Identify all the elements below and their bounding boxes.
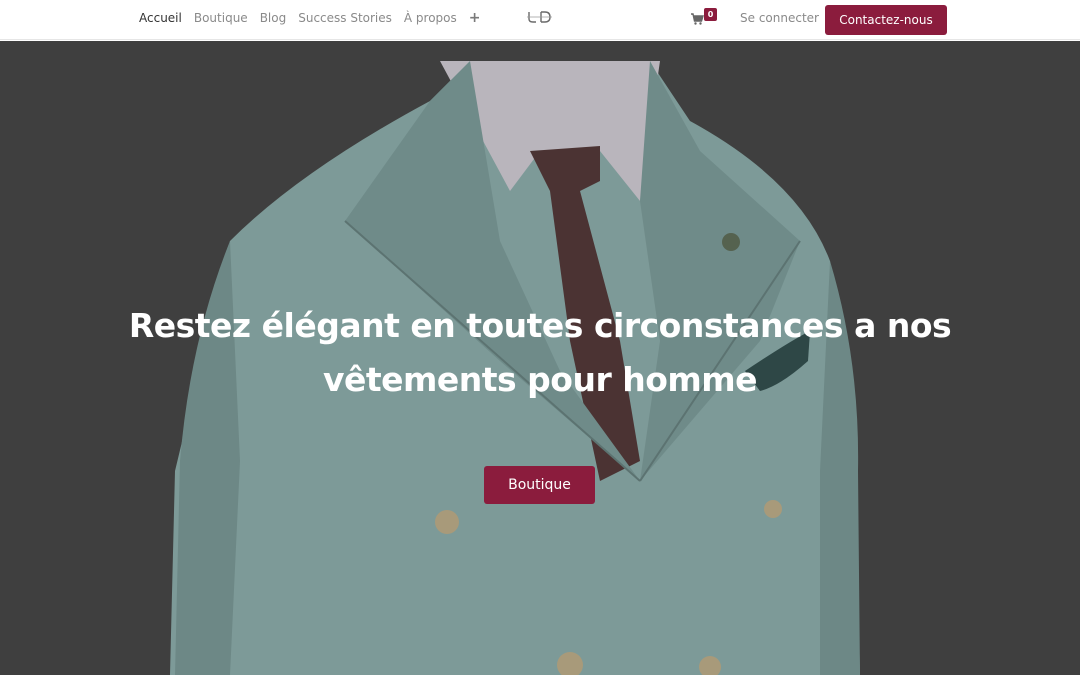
brand-logo[interactable] [527, 10, 552, 24]
hero-title: Restez élégant en toutes circonstances a… [128, 306, 952, 399]
main-nav: Accueil Boutique Blog Success Stories À … [139, 11, 481, 25]
cart-icon[interactable] [690, 12, 704, 26]
plus-icon[interactable]: + [469, 11, 481, 25]
nav-item-success-stories[interactable]: Success Stories [298, 11, 392, 25]
hero-section: Restez élégant en toutes circonstances a… [0, 41, 1080, 675]
hero-shop-button[interactable]: Boutique [484, 466, 595, 504]
site-header: Accueil Boutique Blog Success Stories À … [0, 0, 1080, 40]
nav-item-boutique[interactable]: Boutique [194, 11, 248, 25]
nav-item-blog[interactable]: Blog [260, 11, 287, 25]
nav-item-accueil[interactable]: Accueil [139, 11, 182, 25]
login-link[interactable]: Se connecter [740, 11, 819, 25]
contact-button[interactable]: Contactez-nous [825, 5, 947, 35]
nav-item-a-propos[interactable]: À propos [404, 11, 457, 25]
cart-count-badge: 0 [704, 8, 717, 21]
